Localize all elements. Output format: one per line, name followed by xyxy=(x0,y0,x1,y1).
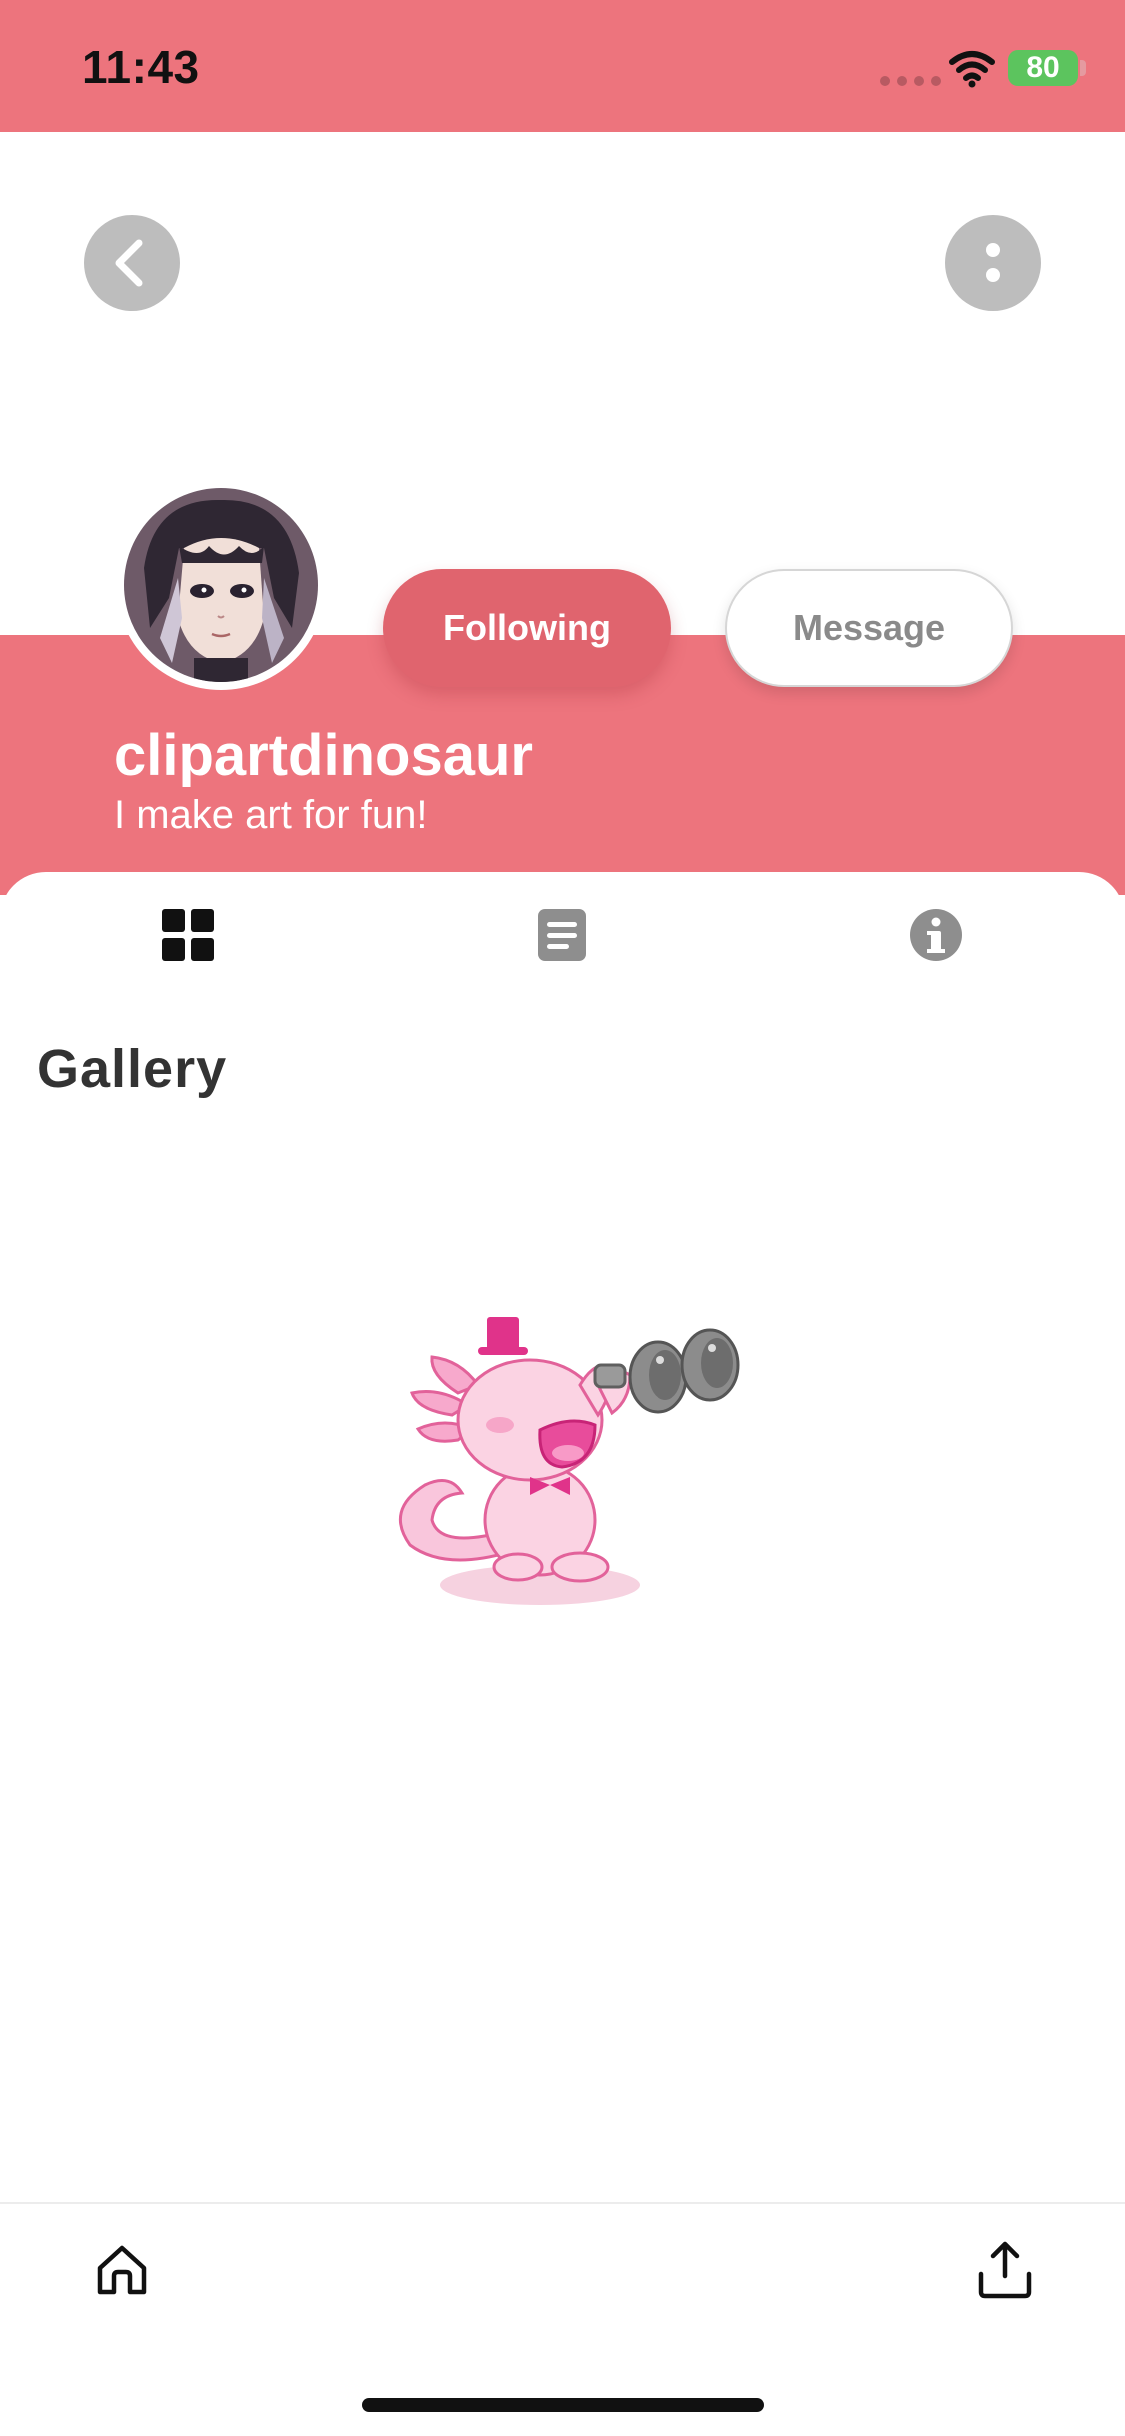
following-button[interactable]: Following xyxy=(383,569,671,687)
back-button[interactable] xyxy=(84,215,180,311)
more-vertical-icon xyxy=(986,243,1000,282)
profile-username: clipartdinosaur xyxy=(114,723,533,788)
avatar[interactable] xyxy=(124,488,318,682)
home-icon[interactable] xyxy=(92,2240,152,2300)
share-icon[interactable] xyxy=(975,2238,1035,2300)
avatar-portrait-icon xyxy=(124,488,318,682)
home-indicator[interactable] xyxy=(362,2398,764,2412)
chevron-left-icon xyxy=(115,239,143,287)
battery-level: 80 xyxy=(1026,51,1060,84)
wifi-icon xyxy=(949,51,995,88)
tab-info-icon[interactable] xyxy=(906,905,966,965)
profile-bio: I make art for fun! xyxy=(114,793,428,837)
cellular-signal-icon xyxy=(880,76,941,86)
battery-tip xyxy=(1080,60,1086,76)
battery-indicator: 80 xyxy=(1008,50,1078,86)
message-button[interactable]: Message xyxy=(725,569,1013,687)
status-time: 11:43 xyxy=(82,41,200,93)
axolotl-binoculars-icon xyxy=(399,1317,740,1605)
bottom-bar-divider xyxy=(0,2202,1125,2204)
more-options-button[interactable] xyxy=(945,215,1041,311)
gallery-heading: Gallery xyxy=(37,1039,228,1099)
tab-posts-document-icon[interactable] xyxy=(532,905,592,965)
tab-gallery-grid-icon[interactable] xyxy=(158,905,218,965)
